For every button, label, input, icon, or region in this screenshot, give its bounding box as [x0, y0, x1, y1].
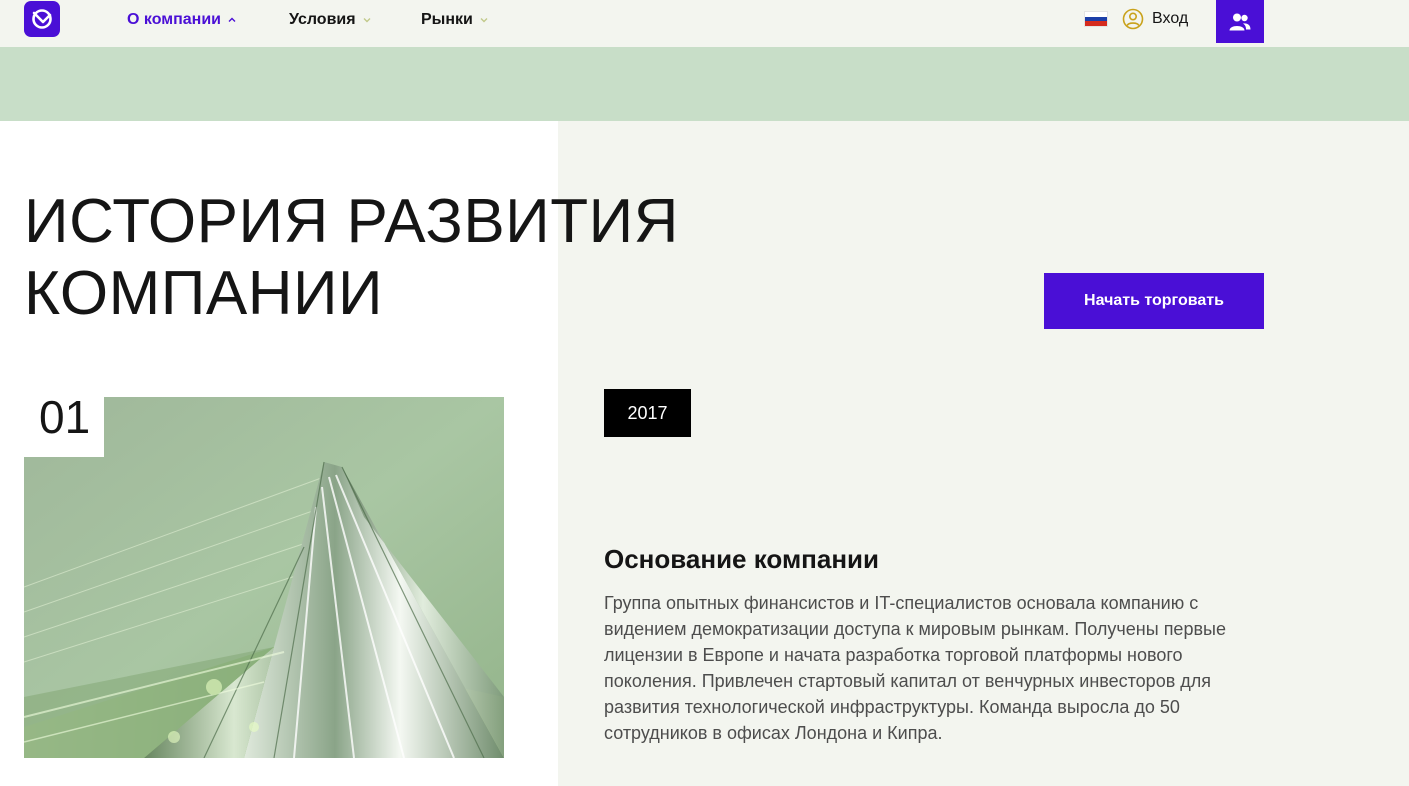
- page-title-line-2: компании: [24, 259, 384, 328]
- timeline-description: Группа опытных финансистов и IT-специали…: [604, 593, 1226, 743]
- login-link[interactable]: Вход: [1122, 7, 1188, 31]
- nav-item-about[interactable]: О компании: [127, 10, 237, 30]
- timeline-step-number: 01: [24, 389, 104, 457]
- user-circle-icon: [1122, 8, 1144, 30]
- nav-item-label: Условия: [289, 11, 356, 28]
- start-trading-button[interactable]: Начать торговать: [1044, 273, 1264, 329]
- page-title: История развития компании: [24, 186, 724, 330]
- chevron-down-icon: [363, 18, 371, 23]
- brand-logo-icon[interactable]: [24, 1, 60, 37]
- nav-item-conditions[interactable]: Условия: [289, 10, 372, 30]
- login-label: Вход: [1152, 10, 1189, 27]
- nav-item-label: О компании: [127, 11, 221, 28]
- russia-flag-icon[interactable]: [1084, 11, 1108, 27]
- page-title-line-1: История развития: [24, 187, 679, 256]
- chevron-up-icon: [228, 17, 236, 22]
- timeline-year-badge[interactable]: 2017: [604, 389, 691, 437]
- timeline-heading: Основание компании: [604, 544, 880, 574]
- top-nav: О компании Условия Рынки Вход: [0, 0, 1409, 47]
- nav-item-markets[interactable]: Рынки: [421, 10, 489, 30]
- nav-item-label: Рынки: [421, 11, 473, 28]
- register-button[interactable]: [1216, 0, 1264, 43]
- users-icon: [1229, 13, 1251, 30]
- chevron-down-icon: [480, 18, 488, 23]
- hero-band: [0, 47, 1409, 121]
